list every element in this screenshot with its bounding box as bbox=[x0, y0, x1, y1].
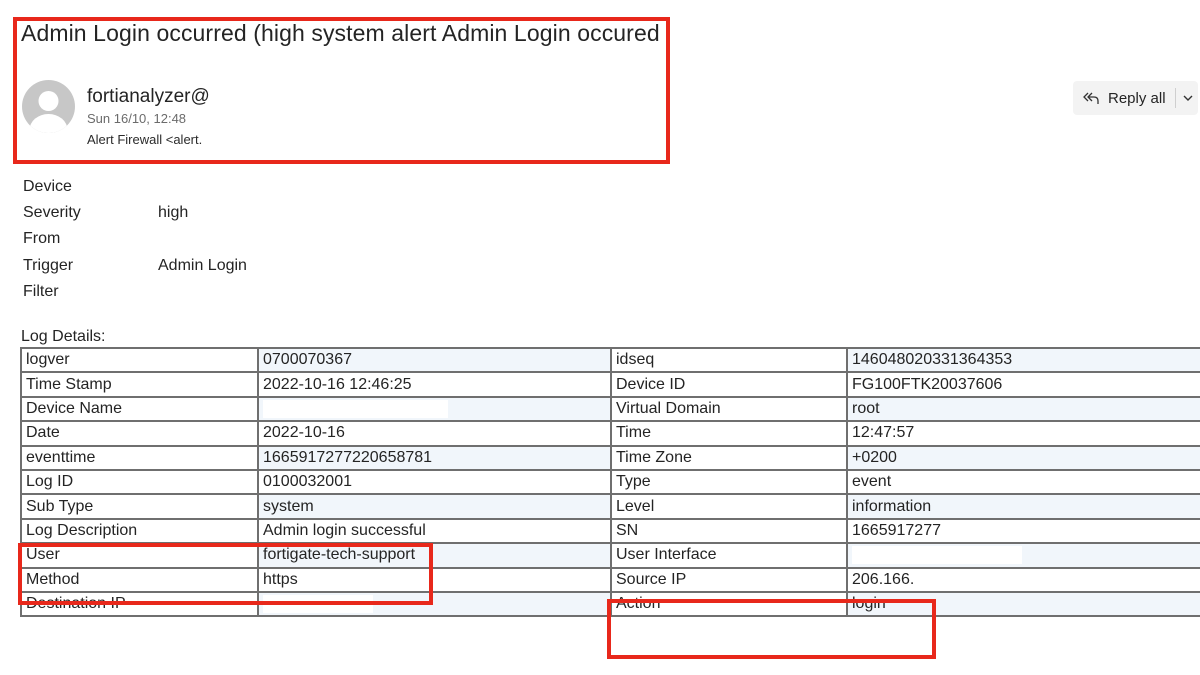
log-value: FG100FTK20037606 bbox=[846, 371, 1200, 398]
prop-key: Severity bbox=[23, 204, 81, 222]
log-value: information bbox=[846, 493, 1200, 520]
redacted-value bbox=[263, 399, 448, 418]
prop-row: Filter bbox=[23, 281, 247, 307]
log-key: Time Zone bbox=[610, 444, 848, 471]
redacted-value bbox=[852, 546, 1022, 565]
prop-value: high bbox=[158, 204, 189, 222]
log-key: Sub Type bbox=[20, 493, 259, 520]
button-divider bbox=[1174, 88, 1176, 108]
log-value: 12:47:57 bbox=[846, 420, 1200, 447]
email-subject: Admin Login occurred (high system alert … bbox=[21, 20, 660, 46]
log-value: system bbox=[257, 493, 612, 520]
log-key: Destination IP bbox=[20, 590, 259, 618]
person-icon bbox=[29, 91, 68, 133]
log-value bbox=[257, 395, 612, 423]
log-value: 146048020331364353 bbox=[846, 346, 1200, 374]
sent-date: Sun 16/10, 12:48 bbox=[87, 111, 187, 126]
table-row: User fortigate-tech-support User Interfa… bbox=[20, 542, 1200, 569]
log-value: login bbox=[846, 590, 1200, 618]
table-row: Device Name Virtual Domain root bbox=[20, 395, 1200, 423]
log-value: 0100032001 bbox=[257, 468, 612, 496]
log-value: 2022-10-16 bbox=[257, 420, 612, 447]
prop-key: Device bbox=[23, 178, 72, 195]
table-row: Destination IP Action login bbox=[20, 590, 1200, 618]
reply-all-icon bbox=[1083, 92, 1099, 104]
log-key: Log ID bbox=[20, 468, 259, 496]
reply-all-label: Reply all bbox=[1108, 89, 1166, 107]
prop-row: Device bbox=[23, 176, 247, 202]
log-value: 1665917277220658781 bbox=[257, 444, 612, 471]
log-key: User Interface bbox=[610, 542, 848, 569]
table-row: Sub Type system Level information bbox=[20, 493, 1200, 520]
sender-avatar[interactable] bbox=[22, 80, 75, 133]
table-row: Date 2022-10-16 Time 12:47:57 bbox=[20, 420, 1200, 447]
table-row: logver 0700070367 idseq 1460480203313643… bbox=[20, 346, 1200, 374]
log-value: 206.166. bbox=[846, 566, 1200, 593]
log-value: 0700070367 bbox=[257, 346, 612, 374]
log-details-table: logver 0700070367 idseq 1460480203313643… bbox=[20, 346, 1200, 618]
log-value: 2022-10-16 12:46:25 bbox=[257, 371, 612, 398]
reply-all-button[interactable]: Reply all bbox=[1073, 81, 1198, 115]
log-value: +0200 bbox=[846, 444, 1200, 471]
table-row: Time Stamp 2022-10-16 12:46:25 Device ID… bbox=[20, 371, 1200, 398]
log-key: Virtual Domain bbox=[610, 395, 848, 423]
log-key: Type bbox=[610, 468, 848, 496]
log-key: Device ID bbox=[610, 371, 848, 398]
log-key: Log Description bbox=[20, 517, 259, 545]
prop-row: Trigger Admin Login bbox=[23, 255, 247, 281]
log-key: idseq bbox=[610, 346, 848, 374]
log-value bbox=[846, 542, 1200, 569]
log-key: Time bbox=[610, 420, 848, 447]
prop-row: Severity high bbox=[23, 202, 247, 228]
log-value: https bbox=[257, 566, 612, 593]
log-value: Admin login successful bbox=[257, 517, 612, 545]
log-key: Method bbox=[20, 566, 259, 593]
log-key: eventtime bbox=[20, 444, 259, 471]
table-row: Log Description Admin login successful S… bbox=[20, 517, 1200, 545]
table-row: Log ID 0100032001 Type event bbox=[20, 468, 1200, 496]
prop-value: Admin Login bbox=[158, 256, 247, 274]
prop-key: Filter bbox=[23, 282, 59, 300]
table-row: eventtime 1665917277220658781 Time Zone … bbox=[20, 444, 1200, 471]
alert-properties: Device Severity high From Trigger Admin Lo… bbox=[23, 176, 247, 307]
log-value: 1665917277 bbox=[846, 517, 1200, 545]
log-key: Source IP bbox=[610, 566, 848, 593]
table-row: Method https Source IP 206.166. bbox=[20, 566, 1200, 593]
log-key: User bbox=[20, 542, 259, 569]
prop-key: Trigger bbox=[23, 256, 74, 274]
sender-name[interactable]: fortianalyzer@ bbox=[87, 86, 210, 108]
log-value bbox=[257, 590, 612, 618]
prop-row: From bbox=[23, 228, 247, 254]
log-key: Level bbox=[610, 493, 848, 520]
log-value: root bbox=[846, 395, 1200, 423]
redacted-value bbox=[263, 594, 373, 613]
log-value: event bbox=[846, 468, 1200, 496]
log-key: Device Name bbox=[20, 395, 259, 423]
log-key: logver bbox=[20, 346, 259, 374]
chevron-down-icon[interactable] bbox=[1181, 91, 1195, 105]
log-key: SN bbox=[610, 517, 848, 545]
recipient[interactable]: Alert Firewall <alert. bbox=[87, 132, 202, 147]
log-key: Date bbox=[20, 420, 259, 447]
log-key: Action bbox=[610, 590, 848, 618]
log-value: fortigate-tech-support bbox=[257, 542, 612, 569]
log-details-label: Log Details: bbox=[21, 328, 106, 345]
prop-key: From bbox=[23, 230, 61, 248]
log-key: Time Stamp bbox=[20, 371, 259, 398]
